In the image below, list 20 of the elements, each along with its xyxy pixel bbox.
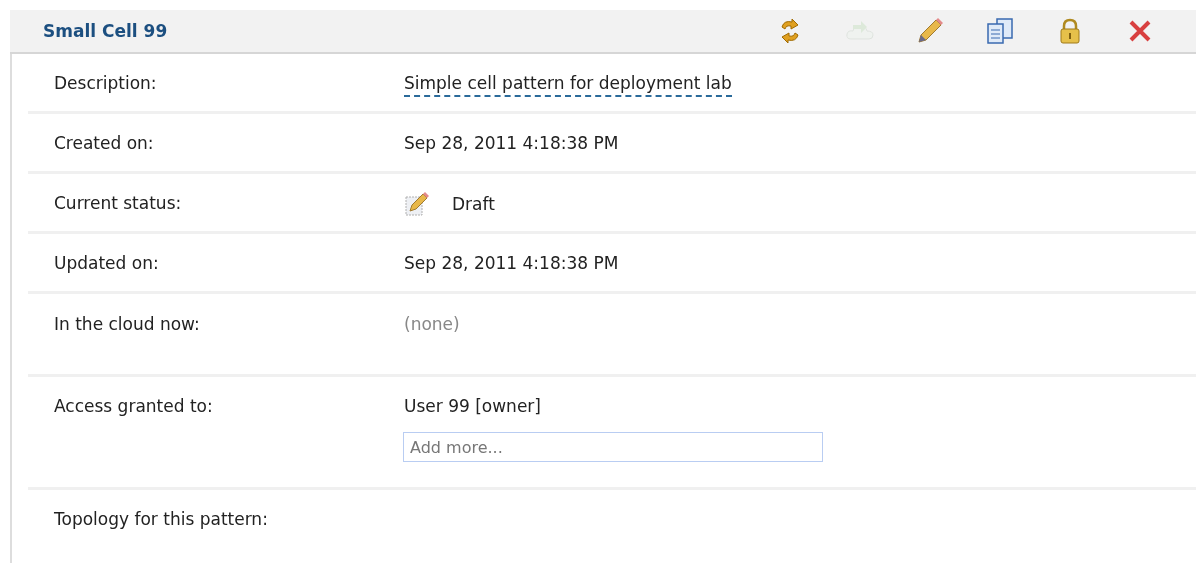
field-label: Current status: (53, 192, 183, 213)
field-label: In the cloud now: (53, 314, 201, 334)
field-label: Topology for this pattern: (53, 508, 269, 529)
add-more-field[interactable]: Add more... (403, 432, 823, 462)
status-value: Draft (452, 193, 495, 214)
access-user: User 99 [owner] (404, 396, 542, 416)
field-value: Sep 28, 2011 4:18:38 PM (404, 132, 619, 153)
field-label: Created on: (53, 132, 155, 153)
field-label: Description: (53, 72, 158, 93)
pencil-icon (916, 17, 944, 45)
field-label: Access granted to: (53, 396, 214, 416)
lock-icon (1059, 18, 1081, 44)
field-label: Updated on: (53, 252, 160, 273)
cloud-icon (845, 19, 875, 43)
documents-icon (986, 18, 1014, 44)
close-icon (1128, 19, 1152, 43)
description-link[interactable]: Simple cell pattern for deployment lab (404, 72, 732, 97)
pattern-title: Small Cell 99 (43, 21, 168, 41)
field-value: Sep 28, 2011 4:18:38 PM (404, 252, 619, 273)
draft-pencil-icon (404, 190, 430, 217)
